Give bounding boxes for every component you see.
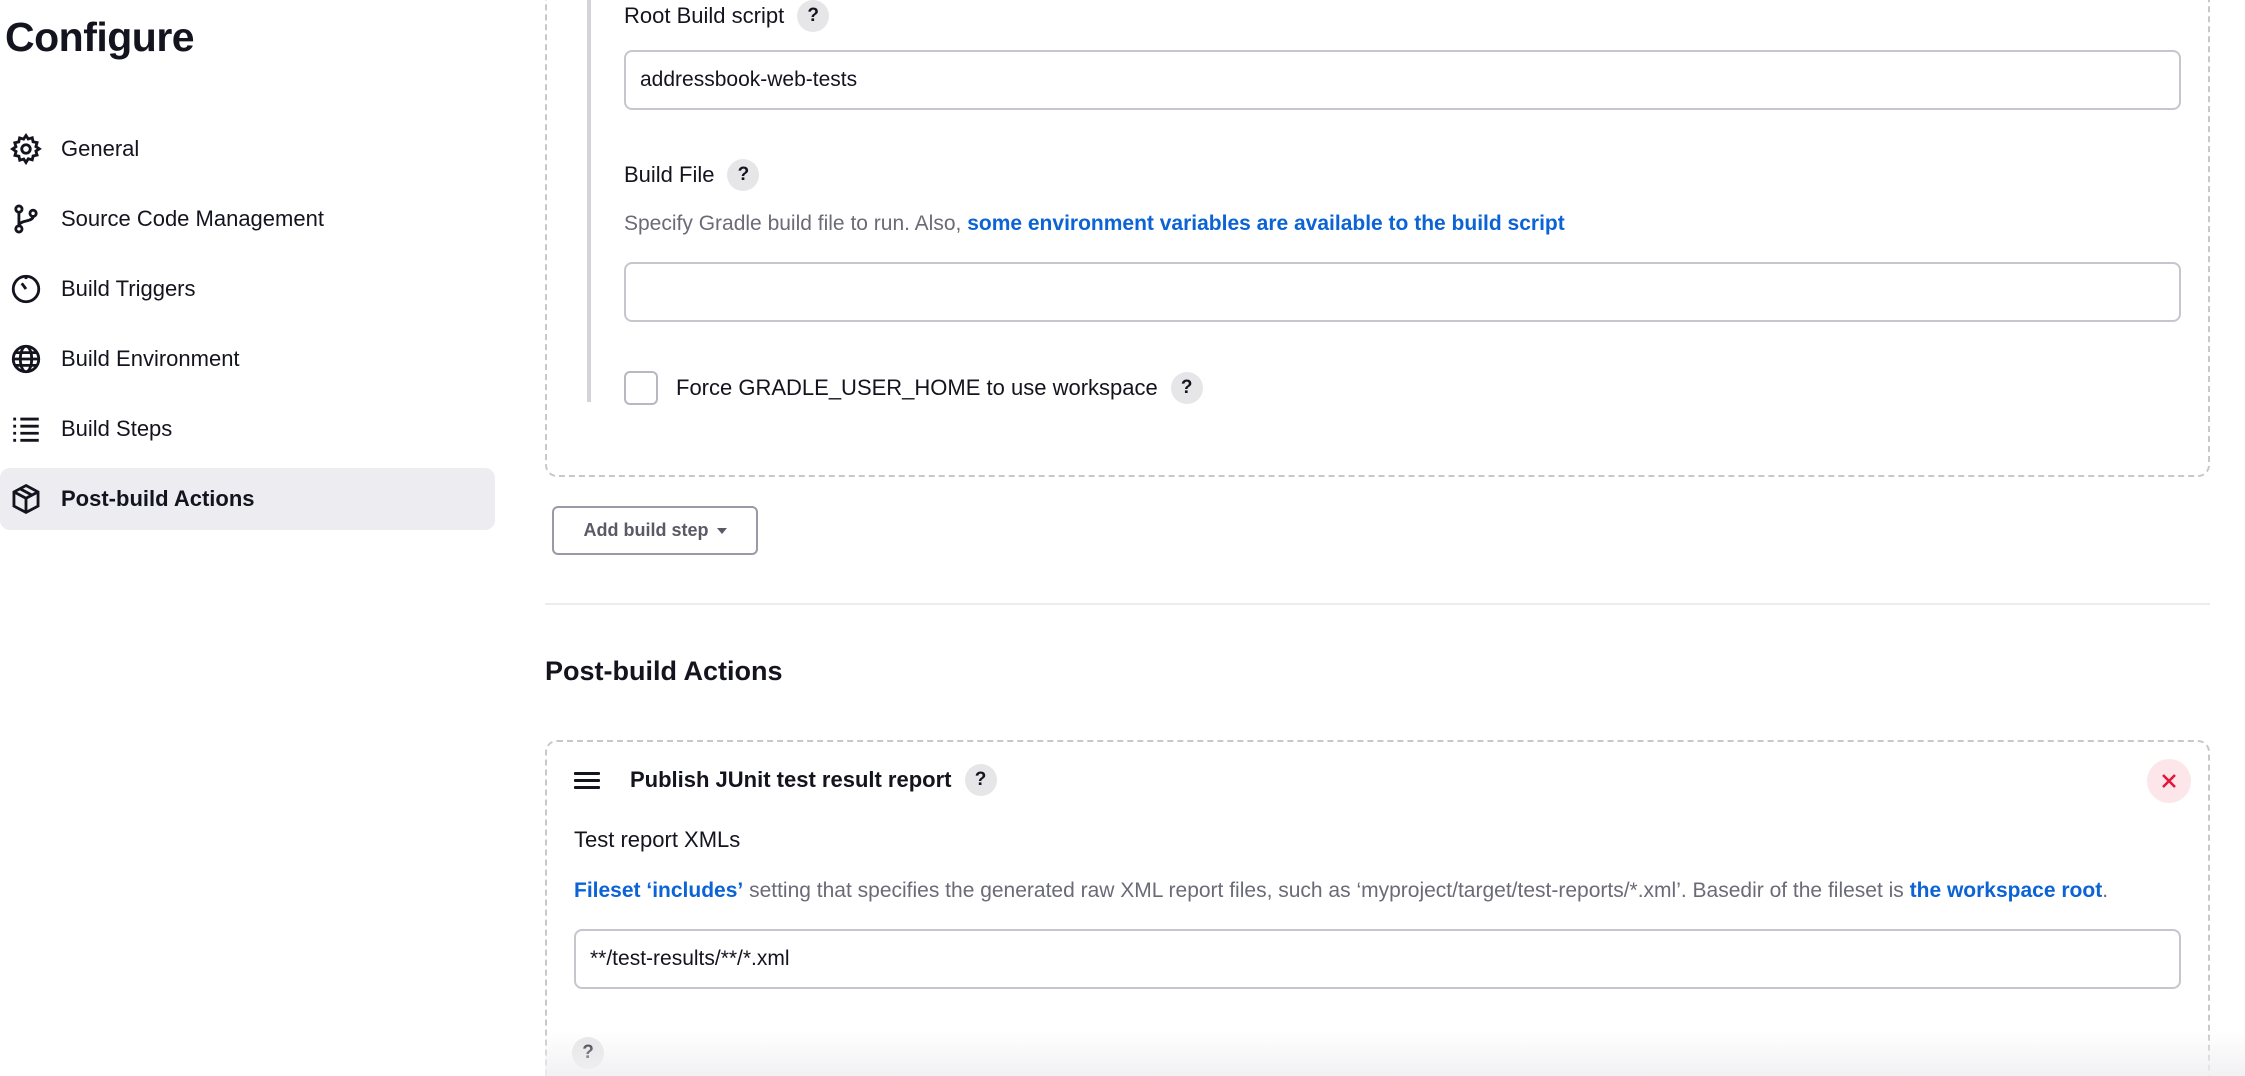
force-gradle-user-home-label: Force GRADLE_USER_HOME to use workspace — [676, 375, 1158, 400]
sidebar-item-build-steps[interactable]: Build Steps — [0, 398, 495, 460]
fileset-includes-link[interactable]: Fileset ‘includes’ — [574, 879, 743, 902]
timer-icon — [9, 272, 43, 306]
sidebar-item-general[interactable]: General — [0, 118, 495, 180]
sidebar-item-label: General — [61, 136, 140, 161]
env-variables-link[interactable]: some environment variables are available… — [967, 212, 1565, 235]
root-build-script-input[interactable] — [624, 50, 2181, 110]
sidebar-item-source-code-management[interactable]: Source Code Management — [0, 188, 495, 250]
caret-down-icon — [716, 527, 727, 534]
root-build-script-help-button[interactable]: ? — [797, 0, 830, 32]
close-icon — [2162, 774, 2176, 788]
build-file-description: Specify Gradle build file to run. Also, … — [624, 212, 1565, 236]
workspace-root-link[interactable]: the workspace root — [1910, 879, 2103, 902]
sidebar-item-label: Build Triggers — [61, 276, 196, 301]
globe-icon — [9, 342, 43, 376]
sidebar-nav: General Source Code Management Build Tri… — [0, 118, 495, 538]
gear-icon — [9, 132, 43, 166]
add-build-step-label: Add build step — [583, 520, 709, 540]
sidebar-item-label: Build Steps — [61, 416, 173, 441]
bottom-fade — [545, 1030, 2245, 1076]
force-gradle-user-home-checkbox[interactable] — [624, 371, 658, 405]
test-report-field-label: Test report XMLs — [574, 827, 740, 853]
build-file-input[interactable] — [624, 262, 2181, 322]
post-build-section-title: Post-build Actions — [545, 656, 783, 686]
test-report-desc-end: . — [2102, 879, 2109, 902]
sidebar-item-build-environment[interactable]: Build Environment — [0, 328, 495, 390]
sidebar-item-post-build-actions[interactable]: Post-build Actions — [0, 468, 495, 530]
sidebar-item-label: Source Code Management — [61, 206, 324, 231]
test-report-description: Fileset ‘includes’ setting that specifie… — [574, 879, 2108, 903]
advanced-section-bar — [587, 0, 591, 402]
junit-step-title: Publish JUnit test result report — [630, 767, 952, 792]
force-gradle-user-home-help-button[interactable]: ? — [1170, 372, 1203, 404]
build-file-desc-text: Specify Gradle build file to run. Also, — [624, 212, 968, 235]
test-report-desc-text: setting that specifies the generated raw… — [743, 879, 1910, 902]
junit-step-help-button[interactable]: ? — [964, 764, 997, 796]
sidebar-item-label: Build Environment — [61, 346, 240, 371]
junit-step-header: Publish JUnit test result report ? — [630, 764, 997, 796]
page-title: Configure — [5, 14, 195, 60]
add-build-step-button[interactable]: Add build step — [552, 506, 758, 555]
test-report-label: Test report XMLs — [574, 827, 741, 852]
build-file-field-label: Build File ? — [624, 159, 760, 191]
sidebar-item-label: Post-build Actions — [61, 486, 255, 511]
build-file-label: Build File — [624, 162, 715, 187]
list-icon — [9, 412, 43, 446]
drag-handle-icon[interactable] — [574, 772, 600, 792]
git-branch-icon — [9, 202, 43, 236]
root-build-script-field-label: Root Build script ? — [624, 0, 830, 32]
section-divider — [545, 603, 2210, 605]
force-gradle-user-home-field: Force GRADLE_USER_HOME to use workspace … — [676, 372, 1203, 404]
build-file-help-button[interactable]: ? — [727, 159, 760, 191]
package-icon — [9, 482, 43, 516]
test-report-xmls-input[interactable] — [574, 929, 2181, 989]
root-build-script-label: Root Build script — [624, 3, 785, 28]
sidebar-item-build-triggers[interactable]: Build Triggers — [0, 258, 495, 320]
delete-step-button[interactable] — [2147, 759, 2191, 803]
